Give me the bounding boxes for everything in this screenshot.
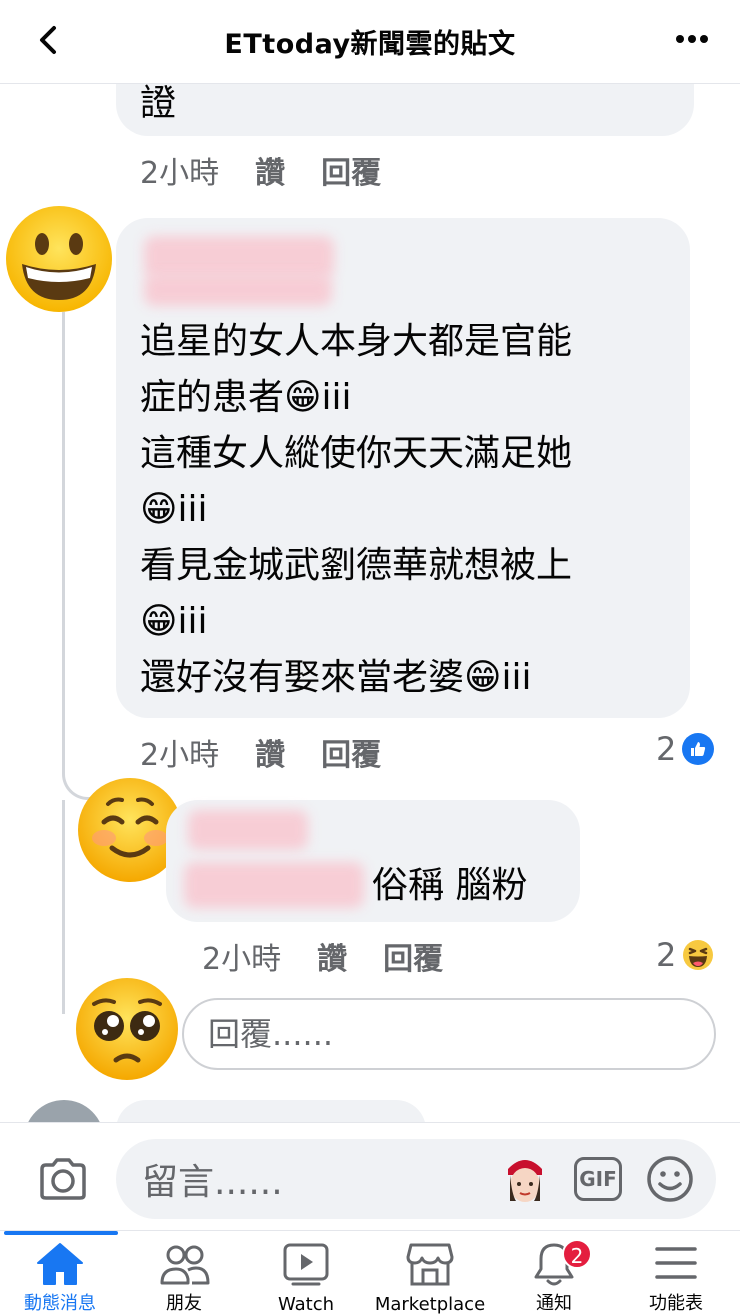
reply-text: 俗稱 腦粉 (372, 865, 528, 906)
comment-composer: 留言...... GIF (0, 1122, 740, 1230)
reply-link[interactable]: 回覆 (383, 934, 443, 978)
header-bar: ETtoday新聞雲的貼文 (0, 0, 740, 84)
notification-badge: 2 (562, 1239, 592, 1269)
comment-text: 證 (140, 83, 177, 124)
comment-line: 看見金城武劉德華就想被上 (140, 545, 573, 586)
reaction-count: 2 (656, 730, 677, 768)
gif-button[interactable]: GIF (574, 1157, 622, 1201)
comment-meta: 2小時 讚 回覆 (140, 730, 381, 774)
comment-placeholder: 留言...... (142, 1162, 283, 1203)
tab-watch[interactable]: Watch (246, 1231, 366, 1316)
tab-notifications[interactable]: 2 通知 (494, 1231, 614, 1316)
tab-label: 動態消息 (24, 1293, 96, 1314)
page-title: ETtoday新聞雲的貼文 (224, 29, 516, 60)
thread-line (62, 800, 65, 1014)
friends-icon (160, 1245, 210, 1285)
grinning-face-avatar[interactable] (4, 204, 114, 314)
comment-time: 2小時 (140, 738, 220, 773)
like-link[interactable]: 讚 (255, 148, 285, 192)
pleading-face-avatar[interactable] (74, 976, 180, 1082)
like-link[interactable]: 讚 (255, 730, 285, 774)
tab-friends[interactable]: 朋友 (124, 1231, 244, 1316)
comment-meta: 2小時 讚 回覆 (140, 148, 381, 192)
reply-time: 2小時 (202, 942, 282, 977)
tab-label: Marketplace (374, 1294, 486, 1315)
tab-label: 功能表 (649, 1293, 703, 1314)
tab-menu[interactable]: 功能表 (616, 1231, 736, 1316)
comment-line: 還好沒有娶來當老婆😁iii (140, 657, 532, 698)
camera-icon[interactable] (38, 1157, 88, 1201)
emoji-icon[interactable] (646, 1155, 694, 1203)
active-tab-indicator (4, 1231, 118, 1235)
reply-link[interactable]: 回覆 (321, 148, 381, 192)
marketplace-icon (406, 1243, 454, 1286)
reply-input[interactable]: 回覆...... (182, 998, 716, 1070)
comment-body: 追星的女人本身大都是官能 症的患者😁iii 這種女人縱使你天天滿足她 😁iii … (140, 314, 572, 706)
reaction-summary[interactable]: 2 (656, 730, 715, 768)
like-icon (682, 733, 715, 765)
comment-line: 😁iii (140, 489, 208, 530)
comment-line: 😁iii (140, 601, 208, 642)
reply-meta: 2小時 讚 回覆 (202, 934, 443, 978)
comment-line: 這種女人縱使你天天滿足她 (140, 433, 573, 474)
menu-icon (655, 1247, 697, 1279)
comment-line: 症的患者😁iii (140, 377, 352, 418)
tab-news-feed[interactable]: 動態消息 (0, 1231, 120, 1316)
comment-input[interactable]: 留言...... GIF (116, 1139, 716, 1219)
reaction-summary[interactable]: 2 (656, 936, 714, 974)
tab-label: Watch (277, 1294, 335, 1315)
tab-label: 朋友 (166, 1293, 202, 1314)
reaction-count: 2 (656, 936, 677, 974)
comment-time: 2小時 (140, 156, 220, 191)
thread-line (62, 312, 65, 772)
tab-marketplace[interactable]: Marketplace (370, 1231, 490, 1316)
like-link[interactable]: 讚 (317, 934, 347, 978)
watch-icon (283, 1243, 329, 1286)
thread-connector (62, 740, 92, 800)
tab-label: 通知 (536, 1293, 572, 1314)
avatar-sticker-icon[interactable] (502, 1151, 548, 1205)
reply-link[interactable]: 回覆 (321, 730, 381, 774)
bottom-tab-bar: 動態消息 朋友 Watch Marketplace 2 通知 功能表 (0, 1230, 740, 1316)
redacted-username (144, 274, 332, 306)
home-icon (37, 1243, 83, 1285)
reply-bubble: 俗稱 腦粉 (166, 800, 580, 922)
comment-line: 追星的女人本身大都是官能 (140, 321, 573, 362)
redacted-username (184, 862, 364, 908)
redacted-username (188, 810, 308, 850)
comment-bubble-main: 追星的女人本身大都是官能 症的患者😁iii 這種女人縱使你天天滿足她 😁iii … (116, 218, 690, 718)
haha-icon (683, 940, 714, 970)
more-options-icon[interactable] (674, 24, 710, 54)
redacted-username (144, 236, 334, 278)
